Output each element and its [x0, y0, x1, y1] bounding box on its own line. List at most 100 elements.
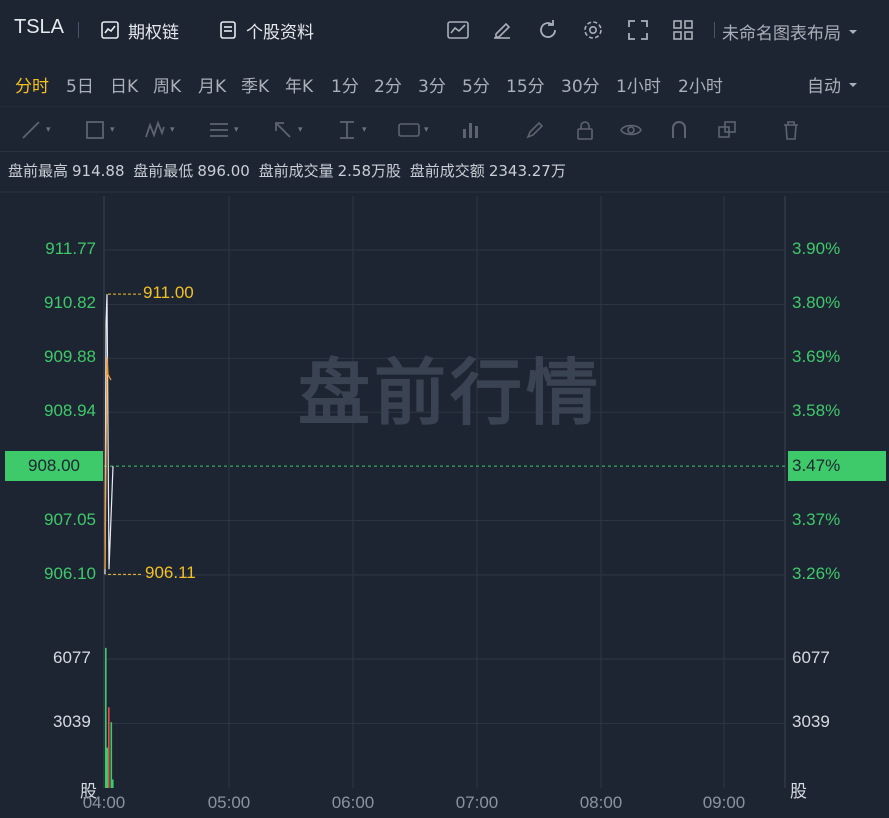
- premarket-low-label: 盘前最低: [133, 162, 194, 180]
- rect-tool[interactable]: ▾: [84, 118, 115, 142]
- top-toolbar: TSLA 期权链 个股资料 未命名图表布局: [0, 0, 889, 60]
- interval-tab[interactable]: 3分: [418, 72, 446, 97]
- measure-tool[interactable]: ▾: [336, 118, 367, 142]
- ticker-symbol[interactable]: TSLA: [14, 16, 64, 39]
- rectangle-icon: [86, 121, 104, 139]
- pattern-tool[interactable]: ▾: [144, 118, 175, 142]
- options-chain-button[interactable]: 期权链: [100, 18, 179, 43]
- divider: [714, 22, 715, 38]
- premarket-high-value: 914.88: [72, 162, 125, 180]
- drawing-toolbar: ▾ ▾ ▾ ▾ ▾ ▾ ▾: [0, 106, 889, 152]
- percent-tick-label: 3.69%: [792, 347, 841, 367]
- pen-tool[interactable]: [524, 118, 546, 142]
- interval-tab[interactable]: 周K: [153, 72, 181, 97]
- clone-tool[interactable]: [716, 118, 738, 142]
- grid-layout-icon[interactable]: [671, 18, 695, 42]
- percent-tick-label: 3.26%: [792, 564, 841, 583]
- price-tick-label: 909.88: [44, 347, 96, 367]
- refresh-icon[interactable]: [536, 18, 560, 42]
- fib-tool[interactable]: ▾: [208, 118, 239, 142]
- time-tick-label: 07:00: [455, 793, 499, 812]
- lock-icon: [577, 121, 593, 140]
- interval-tab[interactable]: 2分: [374, 72, 402, 97]
- price-tick-label: 911.77: [45, 239, 96, 258]
- premarket-high-label: 盘前最高: [8, 162, 69, 180]
- high-marker-label: 911.00: [143, 283, 194, 303]
- fullscreen-icon[interactable]: [626, 18, 650, 42]
- time-tick-label: 06:00: [331, 793, 375, 812]
- caret-down-icon: [849, 82, 857, 87]
- percent-tick-label: 3.90%: [792, 239, 841, 258]
- premarket-low-value: 896.00: [197, 162, 250, 180]
- mode-label: 自动: [807, 77, 841, 97]
- document-icon: [220, 21, 236, 39]
- stock-info-button[interactable]: 个股资料: [218, 18, 314, 43]
- time-tick-label: 08:00: [579, 793, 623, 812]
- lock-tool[interactable]: [574, 118, 596, 142]
- volume-tick-label-right: 6077: [792, 647, 830, 667]
- volume-bar: [112, 779, 114, 788]
- volume-bar: [110, 722, 113, 788]
- volume-tick-label-left: 6077: [53, 647, 91, 667]
- magnet-icon: [672, 121, 686, 138]
- interval-tab[interactable]: 1分: [331, 72, 359, 97]
- interval-tab[interactable]: 月K: [198, 72, 226, 97]
- layout-name: 未命名图表布局: [722, 24, 841, 44]
- pen-icon: [526, 121, 544, 139]
- chart-canvas[interactable]: [0, 188, 889, 818]
- indicator-icon[interactable]: [446, 18, 470, 42]
- intraday-chart[interactable]: 盘前行情 911.77 3.90% 910.82 3.80% 909.88 3.69% 90…: [0, 188, 889, 818]
- interval-tab[interactable]: 季K: [241, 72, 269, 97]
- layout-selector[interactable]: 未命名图表布局: [722, 19, 859, 44]
- bar-tool[interactable]: [460, 118, 482, 142]
- arrow-tool[interactable]: ▾: [272, 118, 303, 142]
- wave-icon: [145, 120, 165, 138]
- delete-tool[interactable]: [780, 118, 802, 142]
- interval-tab[interactable]: 1小时: [616, 72, 661, 97]
- edit-icon[interactable]: [490, 18, 514, 42]
- line-tool[interactable]: ▾: [20, 118, 51, 142]
- volume-bar: [105, 647, 107, 788]
- premarket-watermark: 盘前行情: [298, 351, 603, 435]
- premarket-volume-value: 2.58万股: [337, 162, 402, 180]
- price-tick-label: 906.10: [44, 564, 96, 583]
- eye-icon: [620, 124, 642, 136]
- price-tick-label: 907.05: [44, 509, 96, 529]
- divider: [78, 22, 79, 38]
- interval-tab[interactable]: 30分: [561, 72, 600, 97]
- time-tick-label: 05:00: [207, 793, 251, 812]
- premarket-volume-label: 盘前成交量: [258, 162, 334, 180]
- volume-bar: [106, 747, 109, 788]
- interval-tab[interactable]: 2小时: [678, 72, 723, 97]
- visibility-tool[interactable]: [620, 118, 642, 142]
- copy-icon: [718, 121, 736, 138]
- volume-unit-right: 股: [790, 782, 807, 801]
- interval-tab[interactable]: 分时: [15, 72, 49, 97]
- interval-tab[interactable]: 日K: [110, 72, 138, 97]
- stock-info-label: 个股资料: [246, 22, 314, 43]
- price-tick-label: 910.82: [44, 293, 96, 313]
- interval-tab[interactable]: 年K: [285, 72, 313, 97]
- text-box-icon: [398, 123, 420, 137]
- levels-icon: [210, 123, 228, 137]
- gear-icon[interactable]: [581, 18, 605, 42]
- trash-icon: [784, 121, 798, 140]
- line-icon: [22, 121, 40, 139]
- interval-tab[interactable]: 5分: [462, 72, 490, 97]
- premarket-turnover-label: 盘前成交额: [409, 162, 485, 180]
- premarket-turnover-value: 2343.27万: [488, 162, 566, 180]
- interval-tab[interactable]: 5日: [66, 72, 94, 97]
- text-tool[interactable]: ▾: [398, 118, 429, 142]
- volume-bar: [108, 707, 110, 788]
- percent-tick-label: 3.80%: [792, 293, 841, 313]
- bars-icon: [463, 123, 478, 138]
- chart-icon: [101, 21, 119, 39]
- measure-icon: [340, 121, 354, 139]
- low-marker-label: 906.11: [145, 563, 196, 583]
- current-price-badge: 908.00: [5, 451, 103, 482]
- volume-tick-label-left: 3039: [53, 712, 91, 732]
- mode-selector[interactable]: 自动: [807, 72, 859, 97]
- interval-tab[interactable]: 15分: [506, 72, 545, 97]
- time-tick-label: 09:00: [702, 793, 746, 812]
- magnet-tool[interactable]: [668, 118, 690, 142]
